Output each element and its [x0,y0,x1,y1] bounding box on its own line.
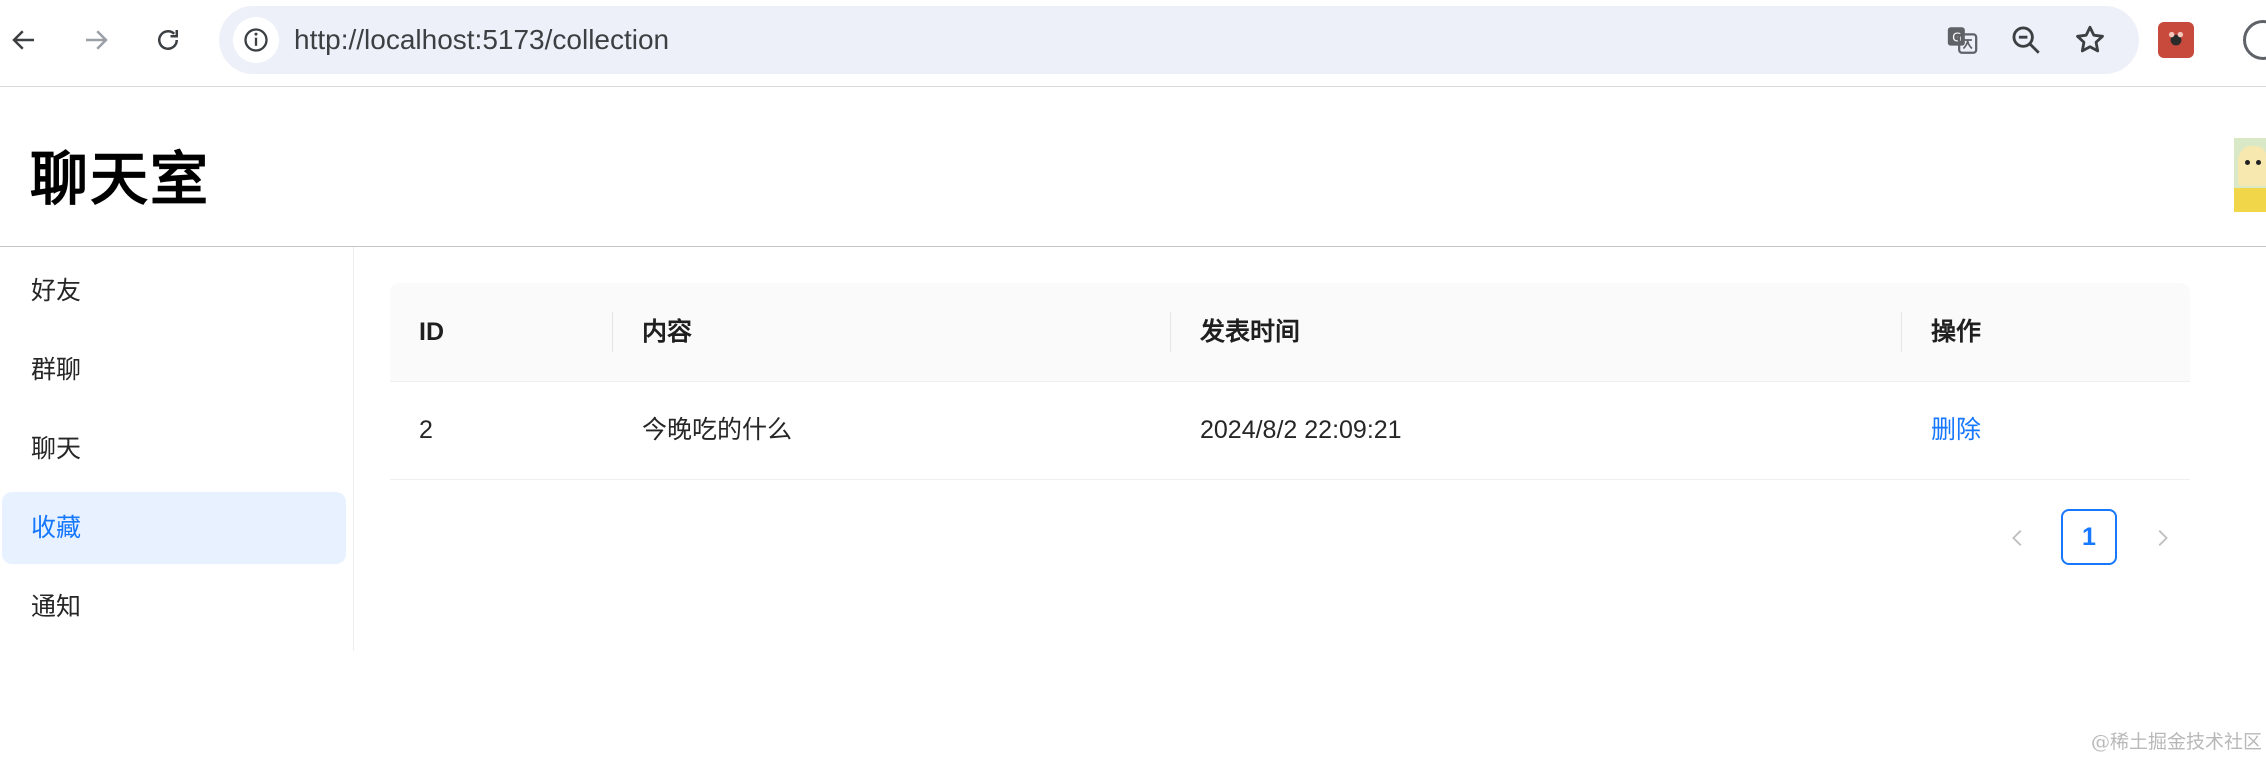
avatar[interactable] [2234,138,2266,212]
cell-id: 2 [419,416,433,444]
url-text[interactable]: http://localhost:5173/collection [294,6,669,74]
sidebar-item-group-chat[interactable]: 群聊 [2,334,346,406]
sidebar-item-notifications[interactable]: 通知 [2,571,346,643]
browser-toolbar: http://localhost:5173/collection G [0,0,2266,87]
sidebar-item-collection[interactable]: 收藏 [2,492,346,564]
back-icon[interactable] [2,18,46,62]
forward-icon[interactable] [74,18,118,62]
column-header-content: 内容 [642,318,693,346]
next-page-button[interactable] [2134,510,2190,566]
app-title: 聊天室 [30,147,211,212]
translate-icon[interactable]: G [1943,21,1981,59]
sidebar-item-friends[interactable]: 好友 [2,255,346,327]
chevron-right-icon [2158,530,2168,546]
sidebar-menu: 好友 群聊 聊天 收藏 通知 [0,247,354,651]
address-bar[interactable]: http://localhost:5173/collection G [219,6,2139,74]
column-divider [1170,312,1171,352]
watermark: @稀土掘金技术社区 [2090,731,2262,753]
site-info-icon[interactable] [233,17,279,63]
column-divider [1901,312,1902,352]
cell-content: 今晚吃的什么 [642,416,793,444]
column-header-time: 发表时间 [1200,318,1301,346]
svg-text:G: G [1952,30,1962,45]
chevron-left-icon [2012,530,2022,546]
page-1-button[interactable]: 1 [2061,509,2117,565]
table-header: ID 内容 发表时间 操作 [390,283,2190,382]
sidebar-item-chat[interactable]: 聊天 [2,413,346,485]
column-header-action: 操作 [1931,318,1982,346]
collection-table: ID 内容 发表时间 操作 2 今晚吃的什么 2024/8/2 22:09:21… [390,283,2190,480]
table-row: 2 今晚吃的什么 2024/8/2 22:09:21 删除 [390,382,2190,480]
zoom-out-icon[interactable] [2007,21,2045,59]
prev-page-button[interactable] [1990,510,2046,566]
column-header-id: ID [419,318,444,346]
profile-icon[interactable] [2243,20,2266,60]
extension-icon[interactable] [2158,22,2194,58]
star-icon[interactable] [2071,21,2109,59]
reload-icon[interactable] [146,18,190,62]
delete-button[interactable]: 删除 [1931,382,1981,479]
column-divider [612,312,613,352]
app-header: 聊天室 [0,86,2266,247]
cell-time: 2024/8/2 22:09:21 [1200,416,1402,444]
